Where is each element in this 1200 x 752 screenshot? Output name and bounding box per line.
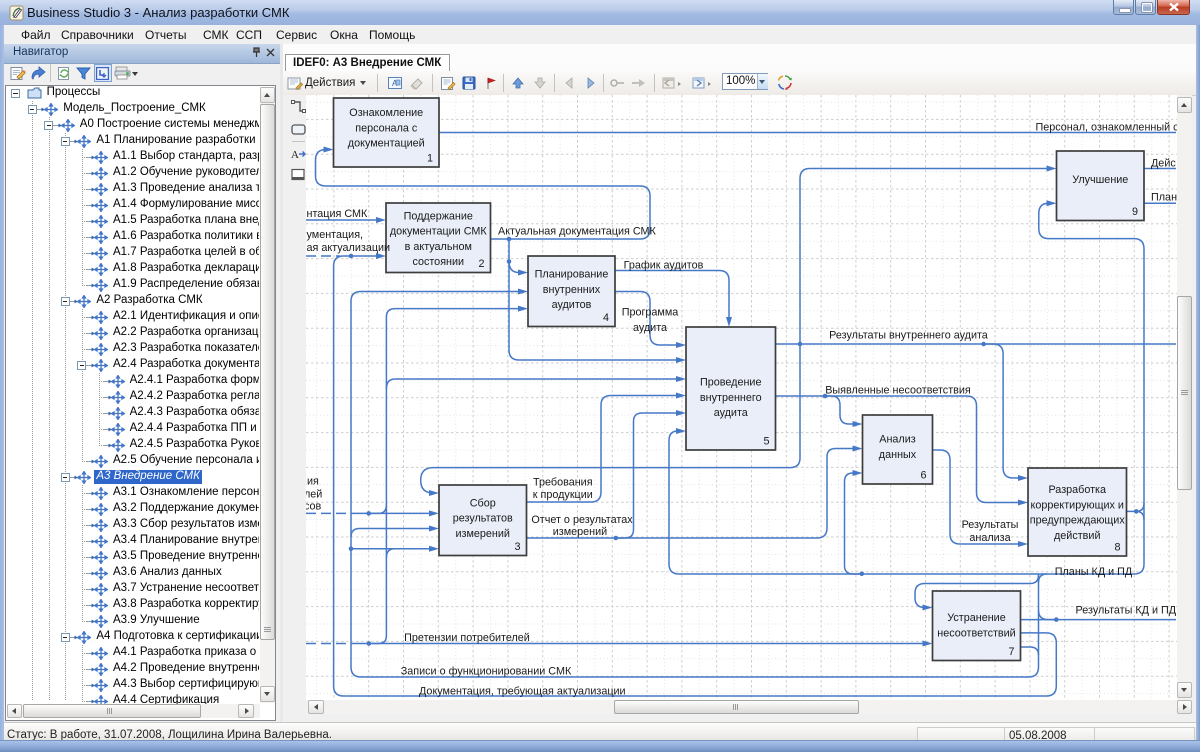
svg-text:измерений: измерений xyxy=(553,526,607,538)
svg-text:2: 2 xyxy=(478,258,484,270)
svg-text:ия: ия xyxy=(307,476,319,488)
svg-text:Требования: Требования xyxy=(533,476,593,488)
svg-text:документации СМК: документации СМК xyxy=(390,226,488,238)
svg-text:Сбор: Сбор xyxy=(470,498,496,510)
svg-text:внутреннего: внутреннего xyxy=(700,392,762,404)
svg-text:Результаты внутреннего аудита: Результаты внутреннего аудита xyxy=(829,330,988,342)
svg-text:сов: сов xyxy=(306,501,322,513)
svg-text:6: 6 xyxy=(920,470,926,482)
svg-text:Улучшение: Улучшение xyxy=(1072,174,1128,186)
svg-text:лей: лей xyxy=(306,489,322,501)
svg-text:Поддержание: Поддержание xyxy=(404,211,473,223)
svg-text:Документация, требующая актуал: Документация, требующая актуализации xyxy=(419,686,626,698)
svg-text:Планы КД и ПД: Планы КД и ПД xyxy=(1055,566,1133,578)
svg-text:ументация,: ументация, xyxy=(307,229,364,241)
svg-text:состоянии: состоянии xyxy=(412,256,464,268)
svg-text:5: 5 xyxy=(763,436,769,448)
svg-text:Результаты: Результаты xyxy=(962,519,1019,531)
svg-text:к продукции: к продукции xyxy=(533,489,593,501)
svg-text:данных: данных xyxy=(879,449,917,461)
svg-text:измерений: измерений xyxy=(456,528,510,540)
svg-text:4: 4 xyxy=(603,312,609,324)
svg-text:Записи о функционировании СМК: Записи о функционировании СМК xyxy=(401,665,572,677)
svg-text:Устранение: Устранение xyxy=(947,612,1005,624)
svg-text:7: 7 xyxy=(1008,646,1014,658)
svg-text:внутренних: внутренних xyxy=(543,284,601,296)
svg-text:анализа: анализа xyxy=(969,532,1010,544)
svg-text:ая актуализации: ая актуализации xyxy=(307,242,391,254)
svg-text:документацией: документацией xyxy=(348,138,425,150)
svg-text:Претензии потребителей: Претензии потребителей xyxy=(404,632,530,644)
svg-text:Проведение: Проведение xyxy=(700,377,761,389)
svg-text:8: 8 xyxy=(1114,542,1120,554)
svg-text:персонала с: персонала с xyxy=(355,122,418,134)
svg-text:нтация СМК: нтация СМК xyxy=(307,208,369,220)
svg-text:предупреждающих: предупреждающих xyxy=(1030,515,1126,527)
svg-text:Анализ: Анализ xyxy=(879,434,915,446)
svg-text:Программа: Программа xyxy=(622,307,679,319)
svg-text:несоответствий: несоответствий xyxy=(937,627,1015,639)
svg-text:A: A xyxy=(291,149,299,161)
svg-text:результатов: результатов xyxy=(453,513,513,525)
svg-text:Отчет о результатах: Отчет о результатах xyxy=(531,514,633,526)
svg-text:аудитов: аудитов xyxy=(552,299,592,311)
svg-text:График аудитов: График аудитов xyxy=(624,260,704,272)
svg-text:9: 9 xyxy=(1132,206,1138,218)
svg-text:действий: действий xyxy=(1054,530,1100,542)
svg-text:корректирующих и: корректирующих и xyxy=(1031,499,1124,511)
svg-text:в актуальном: в актуальном xyxy=(405,241,472,253)
svg-text:3: 3 xyxy=(514,541,520,553)
svg-text:Дейс: Дейс xyxy=(1151,158,1176,170)
svg-text:Ознакомление: Ознакомление xyxy=(349,107,423,119)
svg-text:Результаты КД и ПД: Результаты КД и ПД xyxy=(1076,605,1177,617)
svg-text:1: 1 xyxy=(427,153,433,165)
svg-text:План: План xyxy=(1151,191,1177,203)
svg-text:аудита: аудита xyxy=(714,407,748,419)
svg-text:Планирование: Планирование xyxy=(535,269,609,281)
svg-text:Актуальная документация СМК: Актуальная документация СМК xyxy=(498,226,657,238)
svg-text:Разработка: Разработка xyxy=(1048,484,1106,496)
svg-text:Персонал, ознакомленный с д: Персонал, ознакомленный с д xyxy=(1036,122,1178,134)
svg-text:Выявленные несоответствия: Выявленные несоответствия xyxy=(825,385,971,397)
svg-text:аудита: аудита xyxy=(633,322,667,334)
